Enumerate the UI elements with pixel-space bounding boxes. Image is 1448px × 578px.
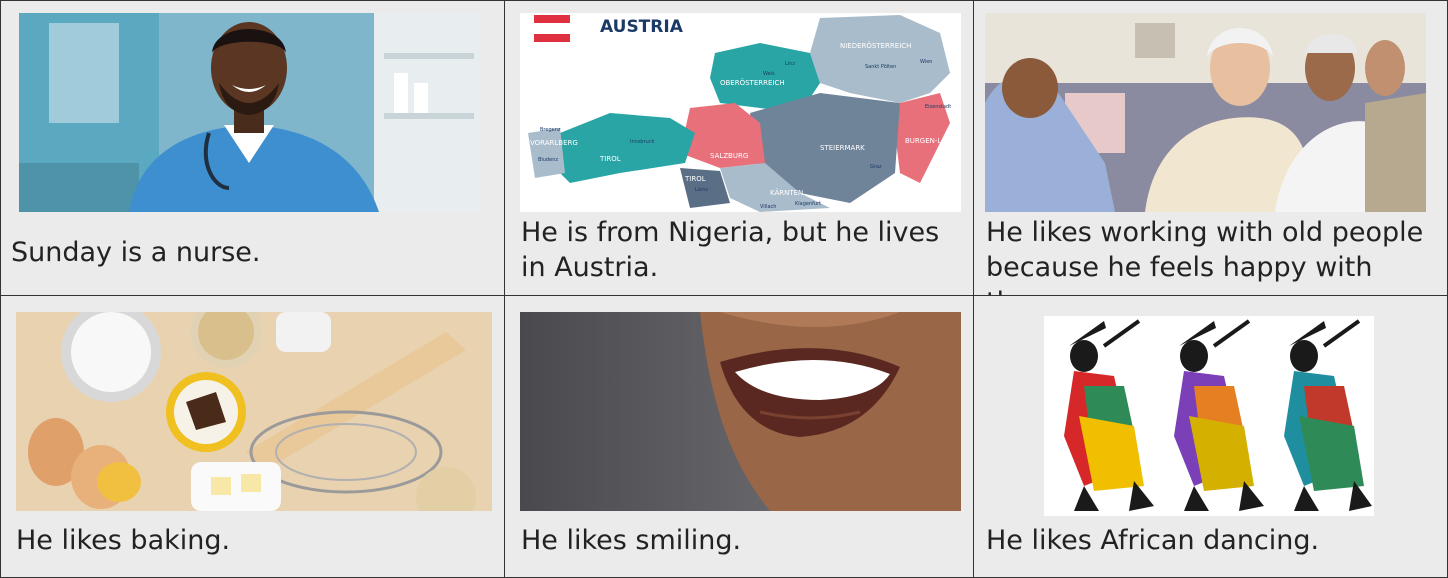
map-city-label: Innsbruck (630, 139, 655, 145)
baking-ingredients-photo (16, 312, 492, 511)
elderly-people-laughing-photo (985, 13, 1426, 212)
cell-austria: AUSTRIA NIEDERÖSTERREICH OBERÖSTERREICH … (505, 1, 973, 295)
caption-austria: He is from Nigeria, but he lives in Aust… (521, 217, 940, 283)
grid-line-col1 (504, 0, 505, 578)
caption-nurse: Sunday is a nurse. (11, 237, 261, 268)
austria-map: AUSTRIA NIEDERÖSTERREICH OBERÖSTERREICH … (520, 13, 961, 212)
grid-line-col2 (973, 0, 974, 578)
caption-dancing: He likes African dancing. (986, 525, 1320, 556)
cell-dancing: He likes African dancing. (974, 296, 1447, 577)
dancer-figure-2 (1174, 319, 1264, 511)
map-region-label: TIROL (684, 175, 706, 183)
map-city-label: Bludenz (538, 157, 558, 163)
dancer-figure-3 (1284, 319, 1372, 511)
worksheet-grid: Sunday is a nurse. AUSTRIA NIEDERÖSTERRE… (0, 0, 1448, 578)
map-city-label: Villach (760, 204, 776, 210)
map-city-label: Graz (870, 164, 882, 170)
map-city-label: Klagenfurt (795, 201, 821, 207)
map-region-label: BURGEN-LAND (905, 137, 957, 145)
map-title: AUSTRIA (600, 17, 684, 37)
nurse-photo (19, 13, 481, 212)
map-city-label: Lienz (695, 187, 708, 193)
map-city-label: Wien (920, 59, 932, 65)
smile-closeup-photo (520, 312, 961, 511)
map-city-label: Sankt Pölten (865, 64, 896, 70)
map-city-label: Wels (763, 71, 775, 77)
caption-smiling: He likes smiling. (521, 525, 742, 556)
caption-elderly: He likes working with old people because… (986, 217, 1424, 295)
map-region-label: STEIERMARK (820, 144, 865, 152)
map-city-label: Bregenz (540, 127, 561, 133)
cell-baking: He likes baking. (1, 296, 504, 577)
dancer-figure-1 (1064, 319, 1154, 511)
map-region-label: KÄRNTEN (770, 188, 803, 197)
caption-baking: He likes baking. (16, 525, 231, 556)
map-region-label: TIROL (599, 155, 621, 163)
cell-smiling: He likes smiling. (505, 296, 973, 577)
map-region-label: VORARLBERG (530, 139, 578, 147)
map-region-label: SALZBURG (710, 152, 748, 160)
map-region-label: NIEDERÖSTERREICH (840, 41, 911, 50)
grid-line-middle (0, 295, 1448, 296)
grid-line-top (0, 0, 1448, 1)
map-region-label: OBERÖSTERREICH (720, 78, 785, 87)
cell-elderly: He likes working with old people because… (974, 1, 1447, 295)
cell-nurse: Sunday is a nurse. (1, 1, 504, 295)
grid-line-left (0, 0, 1, 578)
african-dancers-illustration (1044, 316, 1374, 516)
map-city-label: Linz (785, 61, 795, 67)
map-city-label: Eisenstadt (925, 104, 951, 110)
